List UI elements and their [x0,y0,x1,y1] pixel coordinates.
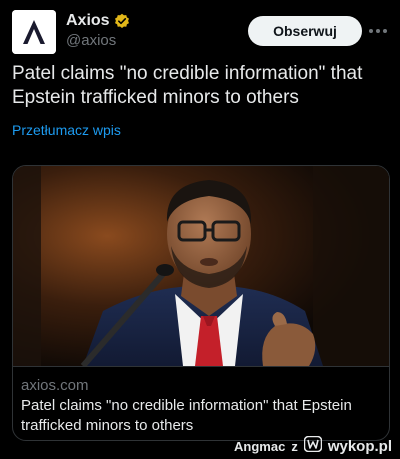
link-card-domain: axios.com [21,377,89,394]
watermark-username: Angmac [234,438,286,454]
link-card[interactable]: axios.com Patel claims "no credible info… [12,165,390,441]
post-header: Axios @axios Obserwuj [0,0,400,60]
author-name[interactable]: Axios [66,12,110,30]
link-card-info: axios.com Patel claims "no credible info… [13,366,389,440]
link-card-image[interactable] [13,166,389,368]
post-text: Patel claims "no credible information" t… [12,63,363,108]
verified-badge-icon[interactable] [114,13,130,29]
wykop-watermark: Angmac z wykop.pl [234,435,392,457]
watermark-site: wykop.pl [327,437,392,455]
watermark-separator: z [291,438,298,454]
author-name-row: Axios [66,12,130,30]
axios-logo-icon[interactable] [12,10,56,54]
wykop-logo-icon [303,435,323,457]
more-options-icon[interactable] [366,19,390,43]
author-handle[interactable]: @axios [66,32,116,49]
translate-post-link[interactable]: Przetłumacz wpis [12,122,121,138]
follow-button[interactable]: Obserwuj [248,16,362,46]
link-card-title: Patel claims "no credible information" t… [21,397,352,434]
